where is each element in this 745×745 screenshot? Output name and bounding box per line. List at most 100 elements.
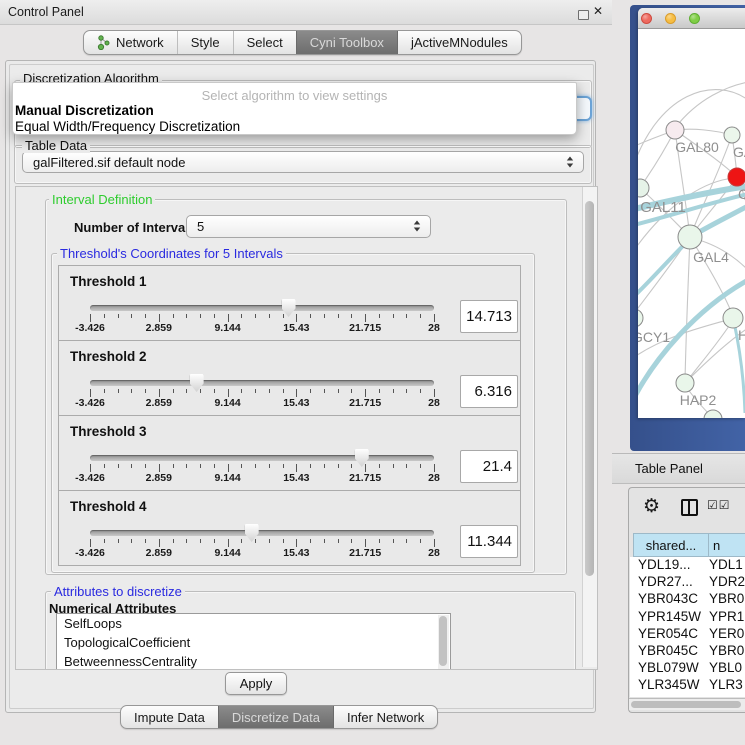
settings-scrollbar-thumb[interactable]: [585, 201, 594, 576]
slider-thumb[interactable]: [190, 374, 204, 392]
slider-tick: [118, 464, 119, 468]
slider-tick-label: 28: [409, 547, 459, 559]
table-horizontal-scrollbar[interactable]: [629, 698, 745, 710]
slider-tick: [269, 464, 270, 468]
number-of-intervals-value: 5: [197, 219, 204, 234]
table-data-combobox[interactable]: galFiltered.sif default node: [22, 151, 584, 173]
split-columns-icon[interactable]: [681, 499, 698, 516]
gear-icon[interactable]: ⚙: [643, 495, 660, 518]
threshold-value-field[interactable]: 6.316: [460, 375, 518, 408]
slider-tick: [241, 464, 242, 468]
node-gal4[interactable]: [678, 225, 702, 249]
attribute-list-item[interactable]: BetweennessCentrality: [57, 652, 450, 670]
node-hap2[interactable]: [676, 374, 694, 392]
node-label-gal4: GAL4: [693, 249, 729, 265]
algorithm-option-equal-width[interactable]: Equal Width/Frequency Discretization: [15, 119, 240, 134]
settings-vertical-scrollbar[interactable]: [582, 187, 597, 667]
threshold-value-field[interactable]: 11.344: [460, 525, 518, 558]
attribute-list-item[interactable]: SelfLoops: [57, 614, 450, 633]
table-cell-name: YER0: [706, 626, 744, 643]
attribute-list-item[interactable]: TopologicalCoefficient: [57, 633, 450, 652]
table-row[interactable]: YBR045CYBR0: [630, 643, 745, 660]
slider-track[interactable]: [90, 305, 434, 311]
network-canvas[interactable]: GAL80GACGAL11GAL4GCY1HHAP2: [638, 28, 745, 418]
slider-tick: [200, 314, 201, 318]
network-edge: [687, 320, 733, 381]
close-icon[interactable]: ✕: [593, 4, 603, 18]
slider-thumb[interactable]: [282, 299, 296, 317]
slider-tick: [118, 389, 119, 393]
slider-thumb[interactable]: [355, 449, 369, 467]
slider-tick: [434, 314, 435, 322]
tab-impute-data[interactable]: Impute Data: [121, 706, 218, 728]
slider-thumb[interactable]: [245, 524, 259, 542]
node-gal80[interactable]: [666, 121, 684, 139]
numerical-attributes-list[interactable]: SelfLoopsTopologicalCoefficientBetweenne…: [56, 613, 451, 670]
slider-tick: [351, 464, 352, 468]
node-gcy1[interactable]: [638, 309, 643, 327]
algorithm-placeholder: Select algorithm to view settings: [13, 88, 576, 103]
column-header-name[interactable]: n: [708, 533, 745, 557]
zoom-traffic-light[interactable]: [689, 13, 700, 24]
slider-tick-label: 28: [409, 472, 459, 484]
slider-tick: [131, 314, 132, 318]
table-row[interactable]: YDL19...YDL1: [630, 557, 745, 574]
slider-tick: [90, 539, 91, 547]
table-cell-shared-name: YLR345W: [630, 677, 706, 694]
slider-tick: [131, 539, 132, 543]
slider-tick: [118, 539, 119, 543]
slider-tick: [186, 539, 187, 543]
checked-checkboxes-icon[interactable]: ☑☑: [707, 498, 731, 512]
slider-tick: [228, 314, 229, 322]
slider-tick-label: 21.715: [340, 472, 390, 484]
threshold-label: Threshold 3: [70, 424, 147, 439]
tab-infer-network[interactable]: Infer Network: [333, 706, 437, 728]
node-label-gal80: GAL80: [675, 139, 719, 155]
slider-tick-label: 15.43: [271, 397, 321, 409]
slider-tick: [379, 314, 380, 318]
slider-tick: [173, 314, 174, 318]
slider-tick: [296, 314, 297, 322]
node-h[interactable]: [723, 308, 743, 328]
slider-track[interactable]: [90, 380, 434, 386]
tab-style[interactable]: Style: [177, 31, 233, 54]
network-icon: [97, 35, 110, 50]
slider-tick: [104, 464, 105, 468]
slider-tick: [269, 389, 270, 393]
table-row[interactable]: YLR345WYLR3: [630, 677, 745, 694]
slider-track[interactable]: [90, 530, 434, 536]
algorithm-dropdown-popup: Select algorithm to view settings Manual…: [12, 82, 577, 135]
node-label-h: H: [738, 327, 745, 343]
tab-select[interactable]: Select: [233, 31, 296, 54]
table-row[interactable]: YDR27...YDR2: [630, 574, 745, 591]
table-row[interactable]: YPR145WYPR1: [630, 609, 745, 626]
float-window-icon[interactable]: [578, 10, 589, 20]
tab-cyni-toolbox[interactable]: Cyni Toolbox: [296, 31, 397, 54]
table-row[interactable]: YBR043CYBR0: [630, 591, 745, 608]
slider-tick: [186, 389, 187, 393]
table-row[interactable]: YIL052CYIL0: [630, 695, 745, 698]
bottom-tab-bar: Impute DataDiscretize DataInfer Network: [120, 705, 438, 729]
table-cell-shared-name: YDL19...: [630, 557, 706, 574]
tab-discretize-data[interactable]: Discretize Data: [218, 706, 333, 728]
threshold-value-field[interactable]: 21.4: [460, 450, 518, 483]
slider-track[interactable]: [90, 455, 434, 461]
node-selected-red[interactable]: [728, 168, 745, 186]
tab-network[interactable]: Network: [84, 31, 177, 54]
table-row[interactable]: YBL079WYBL0: [630, 660, 745, 677]
table-row[interactable]: YER054CYER0: [630, 626, 745, 643]
tab-jactivemnodules[interactable]: jActiveMNodules: [397, 31, 521, 54]
number-of-intervals-spinner[interactable]: 5: [186, 215, 431, 238]
slider-tick: [214, 389, 215, 393]
node-top-right[interactable]: [724, 127, 740, 143]
top-tab-bar: NetworkStyleSelectCyni ToolboxjActiveMNo…: [83, 30, 522, 55]
attributes-list-scrollbar[interactable]: [438, 615, 449, 669]
threshold-value-field[interactable]: 14.713: [460, 300, 518, 333]
close-traffic-light[interactable]: [641, 13, 652, 24]
algorithm-option-manual[interactable]: Manual Discretization: [15, 103, 154, 118]
slider-tick: [351, 314, 352, 318]
spinner-arrows-icon[interactable]: [413, 220, 421, 232]
apply-button[interactable]: Apply: [225, 672, 287, 695]
column-header-shared[interactable]: shared...: [633, 533, 709, 557]
minimize-traffic-light[interactable]: [665, 13, 676, 24]
